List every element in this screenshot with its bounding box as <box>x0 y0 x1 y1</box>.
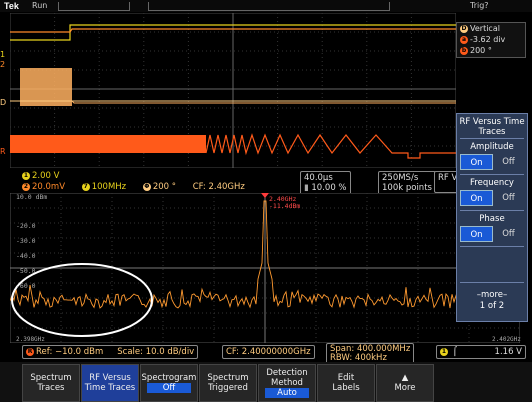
side-divider <box>460 210 524 211</box>
duty-icon: ▮ <box>304 183 309 193</box>
spectrum-graticule[interactable] <box>10 193 520 343</box>
vertical-readout-box[interactable]: D Vertical a -3.62 div b 200 ° <box>456 22 526 58</box>
rf-versus-time-traces-button[interactable]: RF Versus Time Traces <box>81 364 139 402</box>
spectrum-triggered-button[interactable]: Spectrum Triggered <box>199 364 257 402</box>
phase-off-button[interactable]: Off <box>493 226 524 242</box>
stop-frequency: 2.402GHz <box>492 336 521 343</box>
amplitude-off-button[interactable]: Off <box>493 154 524 170</box>
spectrogram-button[interactable]: Spectrogram Off <box>140 364 198 402</box>
d-icon: D <box>460 24 468 33</box>
bw-icon: 7 <box>81 182 90 191</box>
start-frequency: 2.398GHz <box>16 336 45 343</box>
timebase-readout[interactable]: 40.0µs ▮ 10.00 % <box>300 171 351 195</box>
ch1-marker[interactable]: 1 <box>0 50 5 59</box>
more-side-button[interactable]: –more– 1 of 2 <box>457 290 527 312</box>
amplitude-label: Amplitude <box>470 142 514 152</box>
trigger-readout[interactable]: 1 ⌠ 1.16 V <box>436 345 526 359</box>
grid-label: -60.0 <box>16 282 36 290</box>
trigger-slope-icon: ⌠ <box>452 347 458 357</box>
frequency-off-button[interactable]: Off <box>493 190 524 206</box>
brand-logo: Tek <box>4 1 19 11</box>
frequency-label: Frequency <box>470 178 514 188</box>
bottom-menu-bar: Spectrum Traces RF Versus Time Traces Spec… <box>0 362 532 402</box>
position-icon: a <box>460 35 468 44</box>
top-status-bar: Tek Run Trig? <box>0 0 532 12</box>
phase-group[interactable]: Phase On Off <box>460 212 524 242</box>
amplitude-group[interactable]: Amplitude On Off <box>460 140 524 170</box>
vertical-title: D Vertical <box>460 24 500 33</box>
grid-label: -40.0 <box>16 252 36 260</box>
rf-marker[interactable]: R <box>0 147 6 156</box>
side-divider <box>460 138 524 139</box>
grid-label: -50.0 <box>16 267 36 275</box>
amplitude-on-button[interactable]: On <box>460 154 493 170</box>
side-divider <box>460 246 524 247</box>
time-domain-graticule[interactable] <box>10 13 456 168</box>
side-divider <box>460 282 524 283</box>
frequency-group[interactable]: Frequency On Off <box>460 176 524 206</box>
phase-trace-block <box>10 135 206 153</box>
side-divider <box>460 174 524 175</box>
trigger-state: Trig? <box>470 1 489 10</box>
amplitude-burst <box>20 68 72 106</box>
vertical-position: a -3.62 div <box>460 35 506 44</box>
more-button[interactable]: ▲ More <box>376 364 434 402</box>
acquisition-state: Run <box>32 1 48 10</box>
chevron-up-icon: ▲ <box>401 373 409 383</box>
trigger-ch-icon: 1 <box>440 347 448 356</box>
grid-label: -30.0 <box>16 237 36 245</box>
ch2-readout[interactable]: 2 20.0mV 7 100MHz Φ 200 ° CF: 2.40GHz <box>22 182 245 192</box>
side-menu-title: RF Versus Time Traces <box>459 117 525 137</box>
side-menu: RF Versus Time Traces Amplitude On Off Fr… <box>456 113 528 322</box>
center-frequency-readout[interactable]: CF: 2.40000000GHz <box>222 345 315 359</box>
ch1-badge-icon: 1 <box>22 171 30 180</box>
marker-level: -11.4dBm <box>269 202 301 210</box>
rf-badge-icon: R <box>26 347 34 356</box>
ch2-marker[interactable]: 2 <box>0 60 5 69</box>
detection-method-button[interactable]: Detection Method Auto <box>258 364 316 402</box>
angle-icon: b <box>460 46 468 55</box>
grid-label: -20.0 <box>16 222 36 230</box>
spectrum-traces-button[interactable]: Spectrum Traces <box>22 364 80 402</box>
vertical-angle: b 200 ° <box>460 46 492 55</box>
frequency-on-button[interactable]: On <box>460 190 493 206</box>
phase-on-button[interactable]: On <box>460 226 493 242</box>
spectrum-top-scale: 10.0 dBm <box>16 193 48 201</box>
phase-icon: Φ <box>142 182 151 191</box>
acquisition-readout[interactable]: 250MS/s 100k points <box>378 171 436 195</box>
edit-labels-button[interactable]: Edit Labels <box>317 364 375 402</box>
ref-level-readout[interactable]: R Ref: −10.0 dBm Scale: 10.0 dB/div <box>22 345 199 359</box>
d-marker[interactable]: D <box>0 98 6 107</box>
record-view-indicator <box>58 2 130 11</box>
spectrum-status-row: R Ref: −10.0 dBm Scale: 10.0 dB/div CF: 2.… <box>0 343 532 365</box>
phase-label: Phase <box>479 214 505 224</box>
ch1-readout[interactable]: 1 2.00 V <box>22 171 59 181</box>
cf-short-readout: CF: 2.40GHz <box>192 182 245 192</box>
record-position-indicator <box>148 2 390 11</box>
ch2-badge-icon: 2 <box>22 182 30 191</box>
